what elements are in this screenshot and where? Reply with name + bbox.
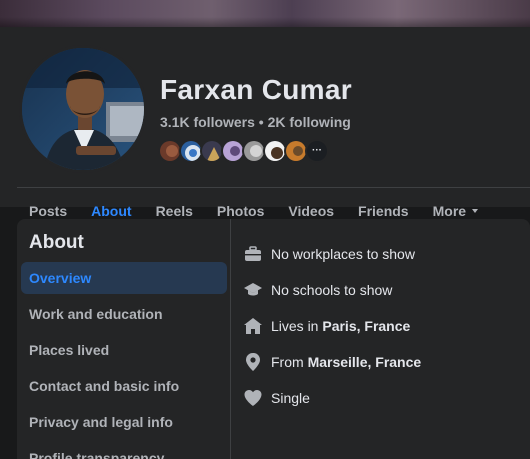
location-pin-icon	[243, 352, 263, 372]
avatar-image	[22, 48, 144, 170]
sidebar-item-profile-transparency[interactable]: Profile transparency	[21, 442, 227, 459]
briefcase-icon	[243, 244, 263, 264]
about-card: About Overview Work and education Places…	[17, 219, 530, 459]
heart-icon	[243, 388, 263, 408]
school-text: No schools to show	[271, 282, 393, 298]
more-friends-icon[interactable]: ···	[305, 139, 329, 163]
mutual-friends-row[interactable]: ···	[158, 139, 329, 163]
from-place-link[interactable]: Marseille, France	[308, 354, 422, 370]
profile-avatar[interactable]	[19, 45, 147, 173]
school-row: No schools to show	[243, 278, 392, 302]
cover-photo[interactable]	[0, 0, 530, 27]
sidebar-item-privacy-legal[interactable]: Privacy and legal info	[21, 406, 227, 438]
work-text: No workplaces to show	[271, 246, 415, 262]
about-title: About	[29, 232, 84, 253]
lives-place-link[interactable]: Paris, France	[322, 318, 410, 334]
lives-row: Lives in Paris, France	[243, 314, 410, 338]
relationship-text: Single	[271, 390, 310, 406]
caret-down-icon	[472, 209, 479, 213]
sidebar-item-contact-info[interactable]: Contact and basic info	[21, 370, 227, 402]
about-sidebar: About Overview Work and education Places…	[17, 219, 231, 459]
from-prefix: From	[271, 354, 308, 370]
from-row: From Marseille, France	[243, 350, 421, 374]
about-overview: No workplaces to show No schools to show…	[241, 219, 530, 459]
lives-prefix: Lives in	[271, 318, 323, 334]
graduation-cap-icon	[243, 280, 263, 300]
work-row: No workplaces to show	[243, 242, 415, 266]
follow-stats[interactable]: 3.1K followers • 2K following	[160, 114, 351, 130]
sidebar-item-work-education[interactable]: Work and education	[21, 298, 227, 330]
home-icon	[243, 316, 263, 336]
relationship-row: Single	[243, 386, 310, 410]
sidebar-item-overview[interactable]: Overview	[21, 262, 227, 294]
profile-name: Farxan Cumar	[160, 74, 352, 105]
profile-header: Farxan Cumar 3.1K followers • 2K followi…	[0, 27, 530, 234]
sidebar-item-places-lived[interactable]: Places lived	[21, 334, 227, 366]
